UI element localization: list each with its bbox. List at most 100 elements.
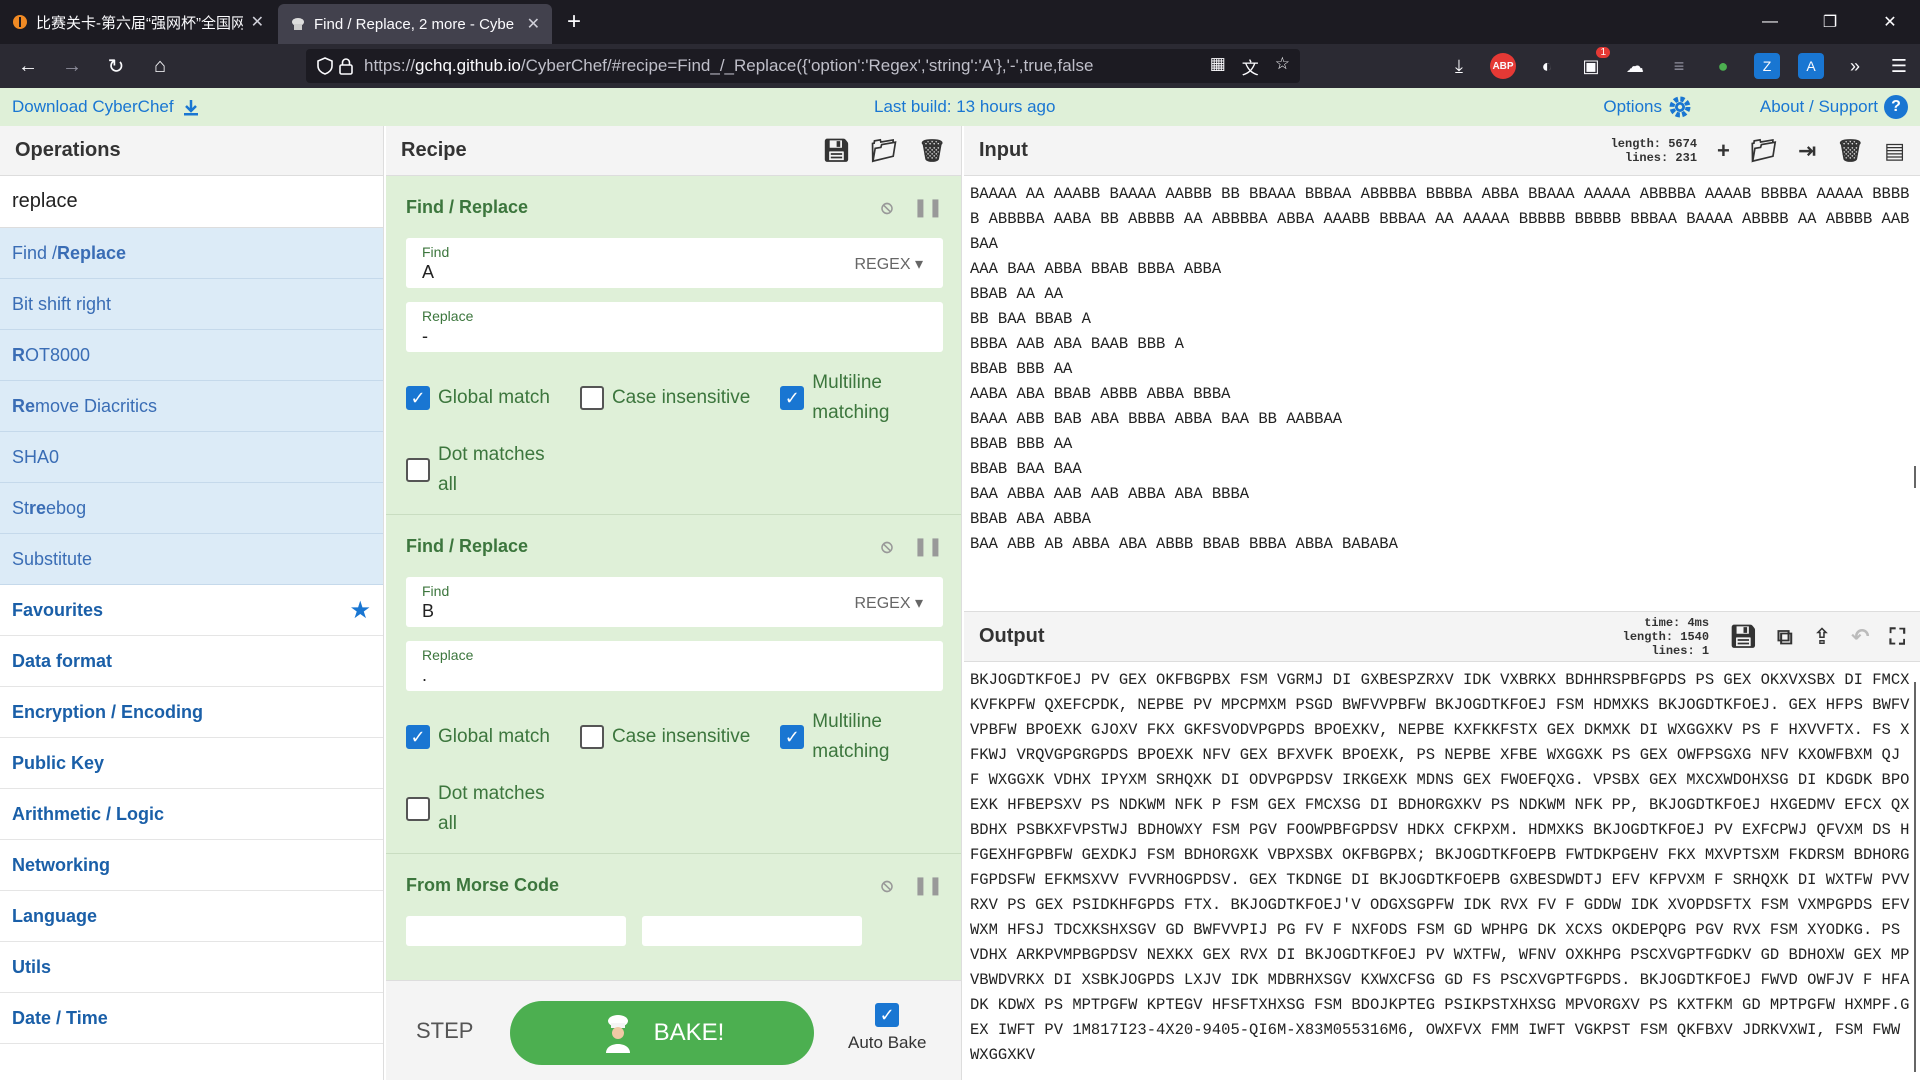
op-rot8000[interactable]: R OT8000 [0, 330, 383, 381]
word-delimiter-field[interactable] [642, 916, 862, 946]
pause-icon[interactable]: ❚❚ [913, 536, 943, 557]
disable-icon[interactable]: ⦸ [881, 197, 893, 218]
regex-dropdown[interactable]: REGEX ▾ [855, 593, 924, 613]
auto-bake-checkbox[interactable]: ✓ Auto Bake [848, 1003, 926, 1053]
case-insensitive-checkbox[interactable]: Case insensitive [579, 722, 750, 752]
category-data-format[interactable]: Data format [0, 636, 383, 687]
url-bar[interactable]: https://gchq.github.io/CyberChef/#recipe… [306, 49, 1300, 83]
clear-input-icon[interactable]: 🗑︎ [1836, 138, 1864, 164]
replace-field[interactable]: Replace . [406, 641, 943, 691]
operations-search-input[interactable]: replace [0, 176, 383, 228]
pause-icon[interactable]: ❚❚ [913, 875, 943, 896]
pause-icon[interactable]: ❚❚ [913, 197, 943, 218]
output-textarea[interactable]: BKJOGDTKFOEJ PV GEX OKFBGPBX FSM VGRMJ D… [964, 662, 1920, 1080]
extension-icon-3[interactable]: ≡ [1666, 53, 1692, 79]
op-find-replace[interactable]: Find / Replace [0, 228, 383, 279]
open-folder-icon[interactable]: 📁︎ [1750, 138, 1778, 164]
back-icon[interactable]: ← [6, 44, 50, 88]
layout-icon[interactable]: ▤ [1884, 138, 1905, 164]
op-streebog[interactable]: St re ebog [0, 483, 383, 534]
find-field[interactable]: Find A REGEX ▾ [406, 238, 943, 288]
disable-icon[interactable]: ⦸ [881, 875, 893, 896]
trash-icon[interactable]: 🗑︎ [918, 138, 946, 164]
dot-matches-all-checkbox[interactable]: Dot matches all [406, 779, 545, 839]
tab-close-icon[interactable]: ✕ [251, 12, 264, 32]
shield-icon[interactable] [316, 57, 334, 75]
bake-button[interactable]: BAKE! [510, 1001, 814, 1065]
regex-dropdown[interactable]: REGEX ▾ [855, 254, 924, 274]
replace-input-icon[interactable]: ⇪ [1813, 624, 1831, 650]
tab-close-icon[interactable]: ✕ [527, 14, 540, 34]
adblock-icon[interactable]: ABP [1490, 53, 1516, 79]
category-public-key[interactable]: Public Key [0, 738, 383, 789]
recipe-op-from-morse[interactable]: From Morse Code ⦸ ❚❚ [386, 854, 961, 972]
category-date-time[interactable]: Date / Time [0, 993, 383, 1044]
category-utils[interactable]: Utils [0, 942, 383, 993]
input-panel: Input length: 5674 lines: 231 + 📁︎ ⇥ 🗑︎ … [964, 126, 1920, 612]
op-bit-shift-right[interactable]: Bit shift right [0, 279, 383, 330]
find-value[interactable]: B [422, 601, 927, 622]
download-icon[interactable]: ⤓ [1446, 53, 1472, 79]
letter-delimiter-field[interactable] [406, 916, 626, 946]
multiline-checkbox[interactable]: ✓ Multiline matching [780, 707, 889, 767]
category-arithmetic-logic[interactable]: Arithmetic / Logic [0, 789, 383, 840]
minimize-icon[interactable]: — [1740, 0, 1800, 44]
zotero-icon[interactable]: Z [1754, 53, 1780, 79]
add-tab-icon[interactable]: + [1717, 138, 1730, 164]
input-textarea[interactable]: BAAAA AA AAABB BAAAA AABBB BB BBAAA BBBA… [964, 176, 1920, 612]
url-text[interactable]: https://gchq.github.io/CyberChef/#recipe… [364, 56, 1200, 76]
translate-page-icon[interactable]: 文 [1242, 54, 1259, 79]
find-value[interactable]: A [422, 262, 927, 283]
copy-icon[interactable]: ⧉ [1777, 624, 1793, 650]
op-remove-diacritics[interactable]: Re move Diacritics [0, 381, 383, 432]
replace-value[interactable]: - [422, 326, 927, 347]
browser-tab-1[interactable]: 比赛关卡-第六届“强网杯”全国网 ✕ [0, 0, 276, 44]
home-icon[interactable]: ⌂ [138, 44, 182, 88]
global-match-checkbox[interactable]: ✓ Global match [406, 383, 550, 413]
badge-extension-icon[interactable]: ▣ 1 [1578, 47, 1610, 79]
new-tab-button[interactable]: + [554, 0, 594, 44]
output-scrollbar[interactable] [1914, 682, 1916, 1072]
recipe-op-find-replace-1[interactable]: Find / Replace ⦸ ❚❚ Find A REGEX ▾ Replac… [386, 176, 961, 515]
restore-icon[interactable]: ❐ [1800, 0, 1860, 44]
op-sha0[interactable]: SHA0 [0, 432, 383, 483]
about-support-link[interactable]: About / Support ? [1760, 95, 1908, 119]
menu-icon[interactable]: ☰ [1886, 53, 1912, 79]
save-icon[interactable]: 💾︎ [822, 138, 850, 164]
translate-icon[interactable]: A [1798, 53, 1824, 79]
recipe-op-find-replace-2[interactable]: Find / Replace ⦸ ❚❚ Find B REGEX ▾ Replac… [386, 515, 961, 854]
case-insensitive-checkbox[interactable]: Case insensitive [579, 383, 750, 413]
extension-icon-2[interactable]: ☁ [1622, 53, 1648, 79]
dot-matches-all-checkbox[interactable]: Dot matches all [406, 440, 545, 500]
find-field[interactable]: Find B REGEX ▾ [406, 577, 943, 627]
save-output-icon[interactable]: 💾︎ [1729, 624, 1757, 650]
category-language[interactable]: Language [0, 891, 383, 942]
extension-icon-4[interactable]: ● [1710, 53, 1736, 79]
multiline-checkbox[interactable]: ✓ Multiline matching [780, 368, 889, 428]
folder-icon[interactable]: 📁︎ [870, 138, 898, 164]
replace-value[interactable]: . [422, 665, 927, 686]
extension-icon[interactable]: ◐ [1534, 53, 1560, 79]
download-cyberchef-link[interactable]: Download CyberChef [12, 97, 200, 117]
input-scrollbar[interactable] [1914, 466, 1916, 488]
bookmark-star-icon[interactable]: ☆ [1275, 54, 1290, 79]
global-match-checkbox[interactable]: ✓ Global match [406, 722, 550, 752]
reload-icon[interactable]: ↻ [94, 44, 138, 88]
lock-icon[interactable] [338, 57, 354, 75]
forward-icon[interactable]: → [50, 44, 94, 88]
close-window-icon[interactable]: ✕ [1860, 0, 1920, 44]
step-button[interactable]: STEP [416, 1018, 473, 1044]
qr-code-icon[interactable]: ▦ [1210, 54, 1226, 79]
replace-field[interactable]: Replace - [406, 302, 943, 352]
disable-icon[interactable]: ⦸ [881, 536, 893, 557]
open-file-icon[interactable]: ⇥ [1798, 138, 1816, 164]
category-favourites[interactable]: Favourites ★ [0, 585, 383, 636]
op-substitute[interactable]: Substitute [0, 534, 383, 585]
undo-icon[interactable]: ↶ [1851, 624, 1869, 650]
maximize-icon[interactable]: ⛶ [1890, 624, 1905, 650]
options-link[interactable]: Options [1603, 95, 1692, 119]
browser-tab-2[interactable]: Find / Replace, 2 more - Cybe ✕ [278, 4, 552, 44]
more-icon[interactable]: » [1842, 53, 1868, 79]
category-encryption-encoding[interactable]: Encryption / Encoding [0, 687, 383, 738]
category-networking[interactable]: Networking [0, 840, 383, 891]
